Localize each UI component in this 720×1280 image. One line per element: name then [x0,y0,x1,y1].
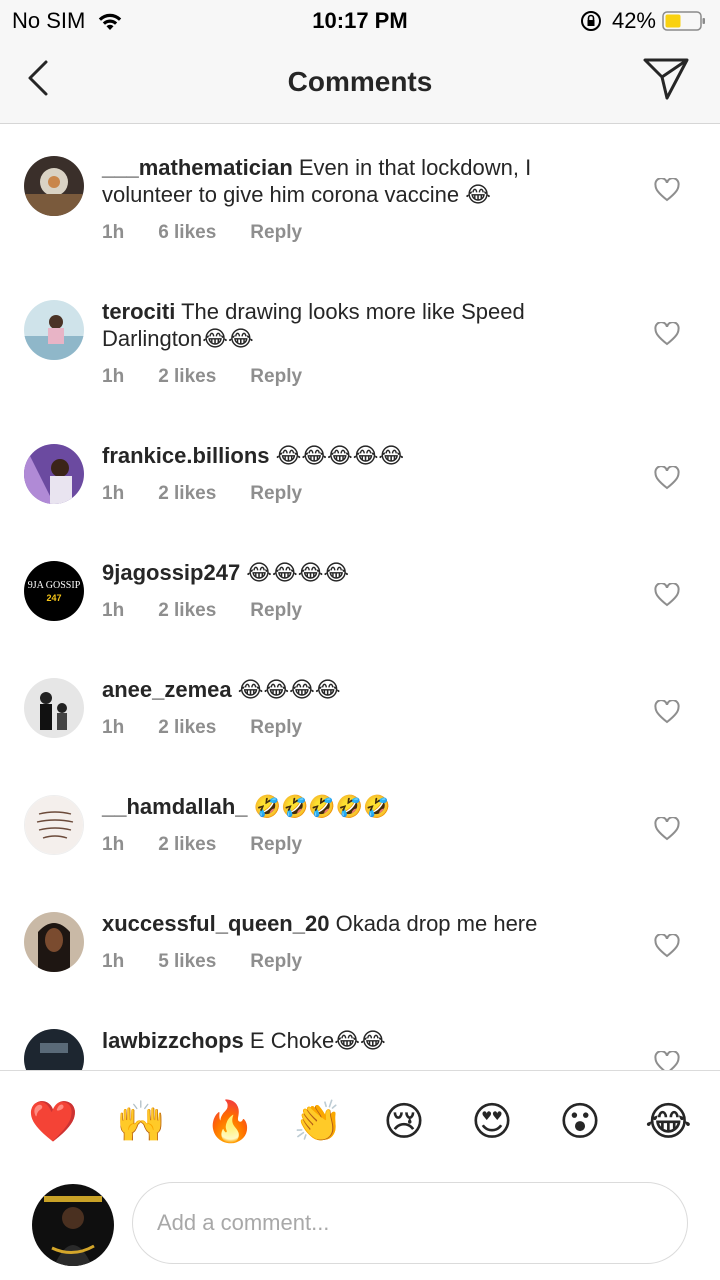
heart-icon[interactable] [654,1051,680,1070]
comment-text: __hamdallah_ 🤣🤣🤣🤣🤣 [102,793,602,820]
comment-meta: 1h 2 likes Reply [102,717,336,739]
heart-icon[interactable] [654,583,680,607]
avatar-logo-line2: 247 [46,593,62,603]
self-avatar [32,1184,114,1266]
comment-likes[interactable]: 2 likes [158,483,216,505]
comment-input-row [0,1170,720,1280]
avatar-image [24,912,84,972]
avatar[interactable] [24,444,84,504]
comment-time: 1h [102,600,125,621]
reply-button[interactable]: Reply [250,717,302,739]
comment-username[interactable]: __hamdallah_ [102,794,248,819]
comment-meta: 1h 5 likes Reply [102,951,336,973]
comment-text: frankice.billions 😂😂😂😂😂 [102,442,602,469]
emoji-surprised-button[interactable]: 😮 [557,1099,603,1145]
comment-time: 1h [102,951,125,972]
page-title: Comments [287,66,433,97]
comments-screen: No SIM 10:17 PM 42% Comments ___mathemat… [0,0,720,1280]
avatar-logo-line1: 9JA GOSSIP [27,580,81,591]
comment-username[interactable]: 9jagossip247 [102,560,240,585]
comment-username[interactable]: terociti [102,299,175,324]
avatar[interactable] [24,156,84,216]
emoji-heart-button[interactable]: ❤️ [28,1099,78,1145]
heart-icon[interactable] [654,817,680,841]
comment-message: E Choke😂😂 [243,1028,386,1053]
comment-likes[interactable]: 2 likes [158,717,216,739]
avatar[interactable] [24,678,84,738]
battery-icon [662,11,705,31]
comment-likes[interactable]: 6 likes [158,222,216,244]
reply-button[interactable]: Reply [250,951,302,973]
avatar-image [25,796,83,854]
comment-meta: 1h 6 likes Reply [102,222,336,244]
emoji-heart-eyes-button[interactable]: 😍 [469,1099,515,1145]
heart-icon[interactable] [654,178,680,202]
comment-input[interactable] [132,1182,688,1264]
comment-likes[interactable]: 2 likes [158,834,216,856]
comment-username[interactable]: frankice.billions [102,443,270,468]
avatar-image [24,300,84,360]
self-avatar-image [32,1184,114,1266]
status-right: 42% [580,8,706,34]
emoji-raised-hands-button[interactable]: 🙌 [116,1099,166,1145]
comment-likes[interactable]: 5 likes [158,951,216,973]
emoji-reaction-bar: ❤️ 🙌 🔥 👏 😢 😍 😮 😂 [0,1070,720,1171]
avatar-image [24,1029,84,1070]
heart-icon[interactable] [654,322,680,346]
battery-percent: 42% [611,8,656,33]
comment-username[interactable]: anee_zemea [102,677,232,702]
emoji-laughing-button[interactable]: 😂 [645,1099,692,1145]
comments-list: ___mathematician Even in that lockdown, … [0,124,720,1070]
emoji-fire-button[interactable]: 🔥 [205,1099,255,1145]
comment-message: 😂😂😂😂 [231,677,341,702]
comment-text: terociti The drawing looks more like Spe… [102,298,602,352]
comment-likes[interactable]: 2 likes [158,366,216,388]
reply-button[interactable]: Reply [250,366,302,388]
comment-message: 😂😂😂😂😂 [269,443,405,468]
reply-button[interactable]: Reply [250,600,302,622]
comment-time: 1h [102,366,125,387]
avatar-image [24,678,84,738]
avatar[interactable] [24,912,84,972]
nav-header: Comments [0,40,720,124]
heart-icon[interactable] [654,466,680,490]
comment-likes[interactable]: 2 likes [158,600,216,622]
comment-text: anee_zemea 😂😂😂😂 [102,676,602,703]
comment-text: 9jagossip247 😂😂😂😂 [102,559,602,586]
comment-message: 😂😂😂😂 [240,560,350,585]
comment-meta: 1h 2 likes Reply [102,483,336,505]
comment-meta: 1h 2 likes Reply [102,366,336,388]
comment-time: 1h [102,717,125,738]
avatar-image [24,444,84,504]
comment-time: 1h [102,222,125,243]
emoji-crying-button[interactable]: 😢 [381,1099,427,1145]
comment-message: Okada drop me here [329,911,538,936]
comment-time: 1h [102,834,125,855]
comment-username[interactable]: ___mathematician [102,155,293,180]
comment-text: ___mathematician Even in that lockdown, … [102,154,602,208]
send-direct-icon[interactable] [642,56,690,102]
avatar-image [24,156,84,216]
comment-meta: 1h 2 likes Reply [102,834,336,856]
reply-button[interactable]: Reply [250,483,302,505]
heart-icon[interactable] [654,700,680,724]
status-bar: No SIM 10:17 PM 42% [0,0,720,40]
avatar[interactable] [24,1029,84,1070]
avatar[interactable]: 9JA GOSSIP 247 [24,561,84,621]
comment-username[interactable]: lawbizzchops [102,1028,244,1053]
reply-button[interactable]: Reply [250,834,302,856]
emoji-clap-button[interactable]: 👏 [293,1099,343,1145]
heart-icon[interactable] [654,934,680,958]
comment-text: xuccessful_queen_20 Okada drop me here [102,910,602,937]
comment-username[interactable]: xuccessful_queen_20 [102,911,329,936]
reply-button[interactable]: Reply [250,222,302,244]
avatar[interactable] [24,795,84,855]
orientation-lock-icon [580,11,601,31]
avatar[interactable] [24,300,84,360]
comment-text: lawbizzchops E Choke😂😂 [102,1027,602,1054]
comment-meta: 1h 2 likes Reply [102,600,336,622]
comment-message: 🤣🤣🤣🤣🤣 [247,794,391,819]
comment-time: 1h [102,483,125,504]
